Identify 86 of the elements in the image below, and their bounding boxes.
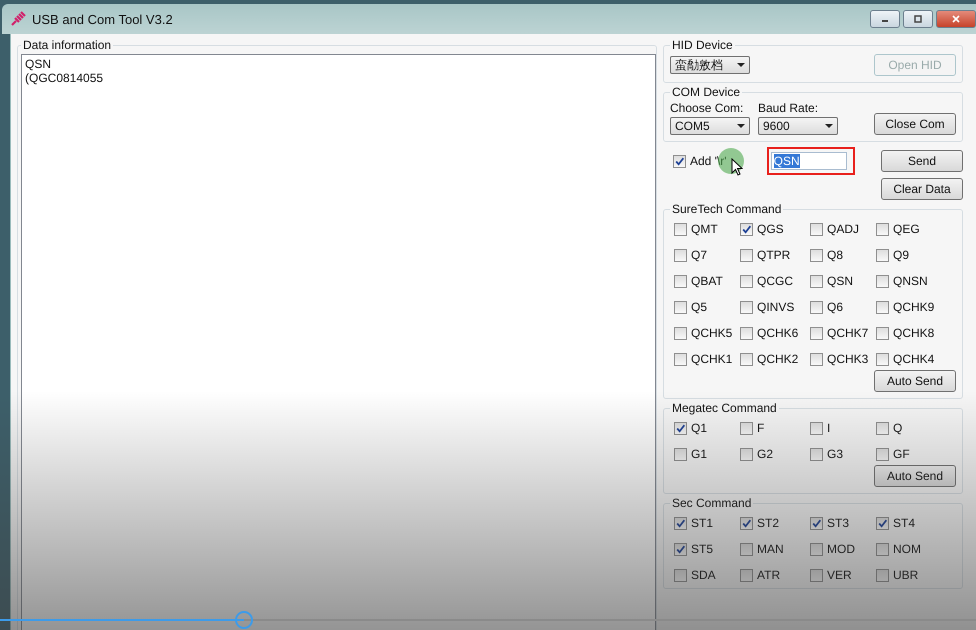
- command-checkbox[interactable]: ST1: [674, 516, 740, 530]
- command-checkbox[interactable]: UBR: [876, 568, 956, 582]
- send-button[interactable]: Send: [881, 150, 963, 172]
- command-checkbox[interactable]: QSN: [810, 274, 876, 288]
- command-checkbox[interactable]: QCGC: [740, 274, 810, 288]
- add-cr-checkbox[interactable]: Add '\r': [673, 154, 727, 168]
- command-checkbox[interactable]: ST2: [740, 516, 810, 530]
- command-checkbox[interactable]: F: [740, 421, 810, 435]
- field-label: Choose Com:: [670, 101, 744, 115]
- command-checkbox[interactable]: ST3: [810, 516, 876, 530]
- caret-icon: [737, 63, 745, 67]
- check-mark-icon: [741, 518, 752, 528]
- command-checkbox[interactable]: SDA: [674, 568, 740, 582]
- check-mark-icon: [675, 544, 686, 554]
- command-checkbox[interactable]: QCHK3: [810, 352, 876, 366]
- command-checkbox[interactable]: QNSN: [876, 274, 956, 288]
- command-checkbox[interactable]: Q5: [674, 300, 740, 314]
- close-com-button[interactable]: Close Com: [874, 113, 956, 135]
- maximize-button[interactable]: [903, 10, 933, 28]
- command-checkbox[interactable]: QCHK7: [810, 326, 876, 340]
- group-title: Sec Command: [671, 496, 752, 510]
- command-checkbox[interactable]: QCHK9: [876, 300, 956, 314]
- slider-thumb[interactable]: [235, 611, 253, 629]
- command-checkbox[interactable]: ATR: [740, 568, 810, 582]
- command-checkbox[interactable]: MOD: [810, 542, 876, 556]
- command-checkbox[interactable]: QCHK4: [876, 352, 956, 366]
- command-checkbox[interactable]: Q7: [674, 248, 740, 262]
- maximize-icon: [913, 14, 923, 24]
- command-checkbox[interactable]: QTPR: [740, 248, 810, 262]
- auto-send-button[interactable]: Auto Send: [874, 370, 956, 392]
- command-checkbox[interactable]: QCHK8: [876, 326, 956, 340]
- group-title: COM Device: [671, 85, 742, 99]
- command-checkbox[interactable]: Q8: [810, 248, 876, 262]
- command-checkbox[interactable]: ST5: [674, 542, 740, 556]
- data-text-area[interactable]: QSN (QGC0814055: [21, 54, 656, 630]
- command-checkbox[interactable]: Q9: [876, 248, 956, 262]
- command-checkbox[interactable]: GF: [876, 447, 956, 461]
- command-checkbox[interactable]: VER: [810, 568, 876, 582]
- command-checkbox[interactable]: G3: [810, 447, 876, 461]
- video-progress-slider[interactable]: [0, 611, 976, 630]
- group-title: Data information: [22, 38, 112, 52]
- command-checkbox[interactable]: NOM: [876, 542, 956, 556]
- command-checkbox[interactable]: QCHK2: [740, 352, 810, 366]
- field-label: Baud Rate:: [758, 101, 820, 115]
- group-title: Megatec Command: [671, 401, 778, 415]
- group-title: HID Device: [671, 38, 734, 52]
- check-mark-icon: [877, 518, 888, 528]
- hid-device-dropdown[interactable]: 蛮勪敫档: [670, 56, 750, 74]
- data-line: QSN: [25, 57, 52, 71]
- usb-plug-icon: [10, 11, 26, 27]
- command-checkbox[interactable]: QCHK1: [674, 352, 740, 366]
- group-title: SureTech Command: [671, 202, 782, 216]
- command-checkbox[interactable]: Q6: [810, 300, 876, 314]
- check-mark-icon: [675, 422, 686, 434]
- data-line: (QGC0814055: [25, 71, 104, 85]
- check-mark-icon: [674, 156, 685, 166]
- command-checkbox[interactable]: QEG: [876, 222, 956, 236]
- command-checkbox[interactable]: QGS: [740, 222, 810, 236]
- command-checkbox[interactable]: Q1: [674, 421, 740, 435]
- command-checkbox[interactable]: G2: [740, 447, 810, 461]
- check-mark-icon: [741, 224, 752, 234]
- command-checkbox[interactable]: ST4: [876, 516, 956, 530]
- command-checkbox[interactable]: QBAT: [674, 274, 740, 288]
- clear-data-button[interactable]: Clear Data: [881, 178, 963, 200]
- command-checkbox[interactable]: Q: [876, 421, 956, 435]
- command-checkbox[interactable]: QCHK5: [674, 326, 740, 340]
- caret-icon: [825, 124, 833, 128]
- command-checkbox[interactable]: QINVS: [740, 300, 810, 314]
- command-checkbox[interactable]: QMT: [674, 222, 740, 236]
- command-checkbox[interactable]: MAN: [740, 542, 810, 556]
- command-checkbox[interactable]: I: [810, 421, 876, 435]
- command-checkbox[interactable]: QADJ: [810, 222, 876, 236]
- close-icon: [951, 14, 961, 24]
- check-mark-icon: [811, 518, 822, 528]
- command-checkbox[interactable]: G1: [674, 447, 740, 461]
- auto-send-button[interactable]: Auto Send: [874, 465, 956, 487]
- command-checkbox[interactable]: QCHK6: [740, 326, 810, 340]
- minimize-button[interactable]: [870, 10, 900, 28]
- close-button[interactable]: [936, 10, 976, 28]
- mouse-pointer-icon: [731, 158, 743, 176]
- com-port-dropdown[interactable]: COM5: [670, 117, 750, 135]
- window-title: USB and Com Tool V3.2: [32, 12, 173, 26]
- baud-rate-dropdown[interactable]: 9600: [758, 117, 838, 135]
- caret-icon: [737, 124, 745, 128]
- command-input-field[interactable]: QSN: [770, 152, 847, 170]
- check-mark-icon: [675, 518, 686, 528]
